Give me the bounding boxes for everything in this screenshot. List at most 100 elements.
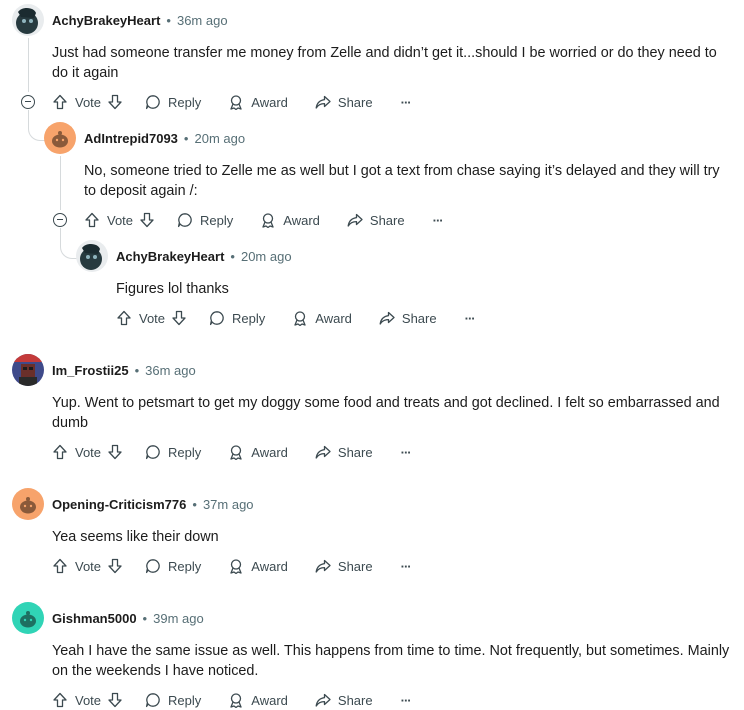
comment-body: Yeah I have the same issue as well. This…	[52, 641, 742, 681]
comment-actions: Vote Reply Award Share ···	[52, 92, 412, 112]
comment-line: Figures lol thanks	[116, 281, 229, 297]
more-options-button[interactable]: ···	[400, 444, 412, 460]
award-icon	[230, 445, 242, 460]
downvote-icon	[140, 212, 154, 228]
more-options-button[interactable]: ···	[465, 311, 476, 326]
comment-line: No, someone tried to Zelle me as well bu…	[84, 163, 720, 179]
award-icon	[230, 95, 242, 110]
more-options-button[interactable]: ···	[401, 559, 412, 574]
downvote-button[interactable]	[139, 212, 155, 228]
meta-separator: •	[192, 496, 197, 512]
comment-time[interactable]: 20m ago	[241, 249, 292, 264]
downvote-button[interactable]	[107, 444, 123, 460]
comment-meta: AchyBrakeyHeart • 20m ago	[116, 246, 292, 266]
upvote-icon	[53, 444, 67, 460]
comment-actions: Vote Reply Award Share ···	[52, 690, 412, 710]
author-name[interactable]: Opening-Criticism776	[52, 497, 186, 512]
share-button[interactable]: Share	[315, 94, 373, 110]
award-button[interactable]: Award	[260, 212, 320, 228]
reply-button[interactable]: Reply	[145, 558, 201, 574]
upvote-button[interactable]: Vote	[52, 558, 101, 574]
comment-line: Yup. Went to petsmart to get my doggy so…	[52, 395, 720, 411]
share-button[interactable]: Share	[315, 444, 373, 460]
comment-time[interactable]: 36m ago	[145, 363, 196, 378]
share-button[interactable]: Share	[379, 310, 437, 326]
more-options-button[interactable]: ···	[432, 212, 444, 228]
award-label: Award	[251, 692, 288, 708]
vote-label: Vote	[75, 692, 102, 708]
collapse-icon[interactable]	[21, 95, 35, 109]
share-arrow-icon	[315, 559, 331, 573]
downvote-button[interactable]	[171, 310, 187, 326]
collapse-icon[interactable]	[53, 213, 67, 227]
award-icon	[262, 213, 274, 228]
author-name[interactable]: Im_Frostii25	[52, 363, 129, 378]
upvote-icon	[53, 558, 67, 574]
author-name[interactable]: AdIntrepid7093	[84, 131, 178, 146]
avatar[interactable]	[12, 488, 44, 520]
meta-separator: •	[183, 130, 189, 146]
more-icon: ···	[432, 212, 444, 228]
comment-body: No, someone tried to Zelle me as well bu…	[84, 161, 744, 201]
downvote-icon	[108, 444, 122, 460]
meta-separator: •	[166, 12, 171, 28]
comment-actions: Vote Reply Award Share ···	[52, 556, 412, 576]
award-button[interactable]: Award	[228, 444, 288, 460]
meta-separator: •	[142, 610, 148, 626]
award-button[interactable]: Award	[228, 94, 288, 110]
avatar[interactable]	[12, 4, 44, 36]
comment-meta: Im_Frostii25 • 36m ago	[52, 360, 196, 380]
author-name[interactable]: AchyBrakeyHeart	[52, 13, 160, 28]
comment-line: dumb	[52, 415, 88, 431]
comment-time[interactable]: 39m ago	[153, 611, 204, 626]
share-button[interactable]: Share	[347, 212, 405, 228]
reply-bubble-icon	[209, 311, 224, 326]
reply-button[interactable]: Reply	[145, 94, 201, 110]
vote-label: Vote	[107, 212, 134, 228]
avatar[interactable]	[12, 602, 44, 634]
downvote-button[interactable]	[107, 558, 123, 574]
comment-actions: Vote Reply Award Share ···	[84, 210, 444, 230]
more-options-button[interactable]: ···	[401, 693, 412, 708]
comment-meta: Gishman5000 • 39m ago	[52, 608, 204, 628]
more-icon: ···	[400, 94, 412, 110]
reply-bubble-icon	[177, 213, 192, 228]
reply-button[interactable]: Reply	[177, 212, 233, 228]
comment-actions: Vote Reply Award Share ···	[52, 442, 412, 462]
author-name[interactable]: Gishman5000	[52, 611, 137, 626]
award-button[interactable]: Award	[292, 310, 352, 326]
vote-label: Vote	[139, 310, 166, 326]
author-name[interactable]: AchyBrakeyHeart	[116, 249, 224, 264]
reply-button[interactable]: Reply	[209, 310, 265, 326]
comment-body: Figures lol thanks	[116, 279, 736, 299]
vote-label: Vote	[75, 444, 102, 460]
reply-button[interactable]: Reply	[145, 444, 201, 460]
avatar[interactable]	[12, 354, 44, 386]
share-label: Share	[337, 94, 373, 110]
upvote-button[interactable]: Vote	[52, 94, 101, 110]
upvote-button[interactable]: Vote	[84, 212, 133, 228]
downvote-button[interactable]	[107, 94, 123, 110]
upvote-button[interactable]: Vote	[116, 310, 165, 326]
award-button[interactable]: Award	[228, 558, 288, 574]
upvote-button[interactable]: Vote	[52, 444, 101, 460]
comment-line: Just had someone transfer me money from …	[52, 45, 717, 61]
meta-separator: •	[230, 248, 235, 264]
vote-label: Vote	[75, 94, 102, 110]
comment-line: Yeah I have the same issue as well. This…	[52, 643, 730, 659]
comment-time[interactable]: 20m ago	[194, 131, 245, 146]
comment-time[interactable]: 36m ago	[177, 13, 228, 28]
reply-bubble-icon	[145, 445, 160, 460]
reply-label: Reply	[168, 444, 202, 460]
share-button[interactable]: Share	[315, 558, 373, 574]
more-options-button[interactable]: ···	[400, 94, 412, 110]
comment-body: Yup. Went to petsmart to get my doggy so…	[52, 393, 742, 433]
avatar[interactable]	[76, 240, 108, 272]
avatar[interactable]	[44, 122, 76, 154]
share-label: Share	[369, 212, 405, 228]
award-label: Award	[251, 558, 288, 574]
more-icon: ···	[400, 444, 412, 460]
comment-time[interactable]: 37m ago	[203, 497, 254, 512]
award-label: Award	[283, 212, 320, 228]
comment-actions: Vote Reply Award Share ···	[116, 308, 476, 328]
